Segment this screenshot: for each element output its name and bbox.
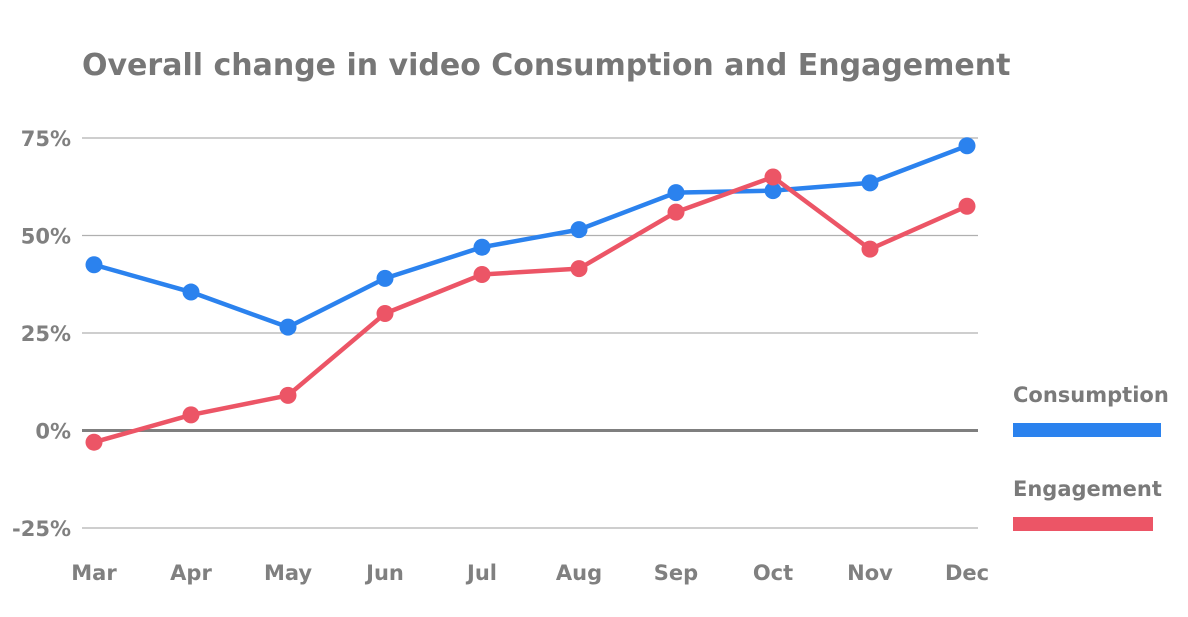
data-point-consumption <box>279 318 297 336</box>
series-consumption <box>85 137 976 336</box>
series-group <box>85 137 976 451</box>
x-tick-label: May <box>264 561 312 585</box>
data-point-engagement <box>667 203 685 221</box>
x-tick-label: Apr <box>170 561 212 585</box>
data-point-engagement <box>376 305 394 322</box>
data-point-engagement <box>279 386 297 404</box>
data-point-consumption <box>958 137 976 155</box>
data-point-engagement <box>473 266 491 283</box>
y-tick-label: 25% <box>21 322 71 346</box>
data-point-consumption <box>473 238 491 256</box>
y-tick-label: 75% <box>21 127 71 151</box>
data-point-consumption <box>85 256 103 274</box>
data-point-engagement <box>85 433 103 451</box>
data-point-consumption <box>376 269 394 287</box>
gridlines <box>82 137 978 529</box>
x-tick-label: Nov <box>847 561 893 585</box>
legend: Consumption Engagement <box>1013 383 1169 531</box>
x-axis-ticks: Mar Apr May Jun Jul Aug Sep Oct Nov Dec <box>71 561 989 585</box>
x-tick-label: Mar <box>71 561 117 585</box>
legend-swatch-consumption <box>1013 423 1161 437</box>
x-tick-label: Aug <box>556 561 602 585</box>
data-point-consumption <box>570 221 588 239</box>
data-point-consumption <box>667 184 685 202</box>
data-point-engagement <box>570 260 588 278</box>
line-chart: Overall change in video Consumption and … <box>12 48 1169 585</box>
x-tick-label: Sep <box>654 561 698 585</box>
x-tick-label: Jul <box>465 561 497 585</box>
legend-label-consumption: Consumption <box>1013 383 1169 407</box>
y-axis-ticks: 75% 50% 25% 0% -25% <box>12 127 71 541</box>
data-point-engagement <box>764 168 782 186</box>
data-point-engagement <box>182 406 200 424</box>
data-point-engagement <box>861 240 879 258</box>
data-point-engagement <box>958 197 976 215</box>
data-point-consumption <box>861 174 879 192</box>
x-tick-label: Jun <box>364 561 404 585</box>
series-line-consumption <box>93 143 968 330</box>
series-line-engagement <box>93 174 968 445</box>
series-engagement <box>85 168 976 451</box>
x-tick-label: Oct <box>753 561 793 585</box>
y-tick-label: 50% <box>21 225 71 249</box>
y-tick-label: 0% <box>35 420 71 444</box>
legend-label-engagement: Engagement <box>1013 477 1162 501</box>
data-point-consumption <box>182 283 200 301</box>
x-tick-label: Dec <box>945 561 989 585</box>
y-tick-label: -25% <box>12 517 71 541</box>
chart-title: Overall change in video Consumption and … <box>82 48 1010 83</box>
legend-swatch-engagement <box>1013 517 1153 531</box>
